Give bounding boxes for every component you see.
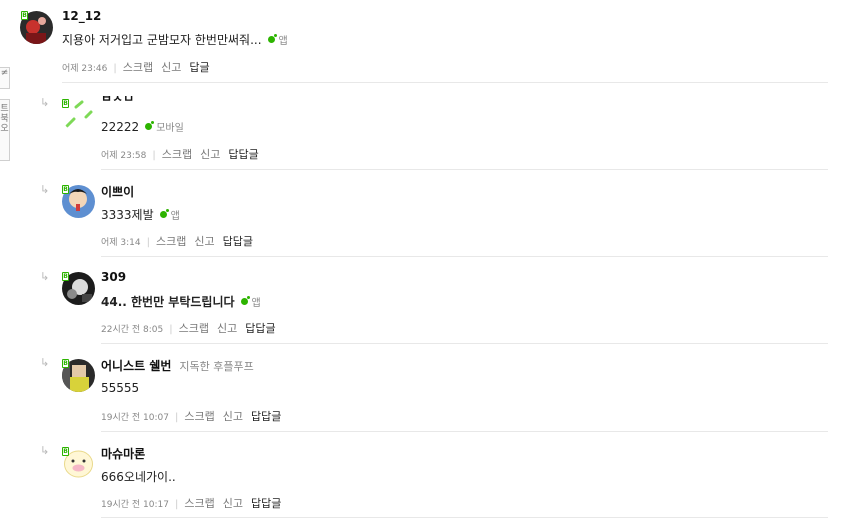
comment-source: 앱 bbox=[170, 211, 180, 222]
comment-source: 앱 bbox=[278, 36, 288, 47]
meta-separator: | bbox=[169, 324, 173, 335]
comment-nickname[interactable]: 12_12 bbox=[62, 9, 101, 23]
comment-nickname[interactable]: ㅂㅈㅁ bbox=[101, 96, 134, 104]
comment-divider bbox=[101, 256, 828, 257]
comment-body: 지용아 저거입고 군밤모자 한번만써줘... bbox=[62, 33, 262, 47]
comment-meta: 어제 3:14 | 스크랩 신고 답답글 bbox=[101, 233, 253, 249]
comment-nickname[interactable]: 어니스트 쉘번 지독한 후플푸프 bbox=[101, 357, 254, 374]
comment-source: 모바일 bbox=[156, 123, 184, 134]
reply-button[interactable]: 답답글 bbox=[245, 322, 275, 335]
level-badge-icon: B bbox=[62, 272, 69, 281]
comment-body: 55555 bbox=[101, 381, 140, 395]
comment-time: 어제 3:14 bbox=[101, 238, 141, 248]
reply-arrow-icon: ↳ bbox=[40, 444, 50, 457]
comment-meta: 22시간 전 8:05 | 스크랩 신고 답답글 bbox=[101, 320, 276, 336]
level-badge-icon: B bbox=[62, 447, 69, 456]
report-button[interactable]: 신고 bbox=[217, 322, 237, 335]
comment-time: 어제 23:58 bbox=[101, 151, 147, 161]
scrap-button[interactable]: 스크랩 bbox=[184, 497, 214, 510]
comment-meta: 19시간 전 10:17 | 스크랩 신고 답답글 bbox=[101, 495, 281, 511]
reply-button[interactable]: 답답글 bbox=[251, 410, 281, 423]
report-button[interactable]: 신고 bbox=[161, 61, 181, 74]
comment-meta: 어제 23:58 | 스크랩 신고 답답글 bbox=[101, 146, 259, 162]
comment-divider bbox=[62, 82, 828, 83]
report-button[interactable]: 신고 bbox=[223, 497, 243, 510]
comment-text: 지용아 저거입고 군밤모자 한번만써줘... 앱 bbox=[62, 31, 288, 48]
comment-text: 22222 모바일 bbox=[101, 119, 184, 134]
report-button[interactable]: 신고 bbox=[194, 235, 214, 248]
scrap-button[interactable]: 스크랩 bbox=[123, 61, 153, 74]
report-button[interactable]: 신고 bbox=[200, 148, 220, 161]
reply-button[interactable]: 답답글 bbox=[223, 235, 253, 248]
comment-nickname[interactable]: 이쁘이 bbox=[101, 183, 134, 200]
level-badge-icon: B bbox=[21, 11, 28, 20]
meta-separator: | bbox=[146, 237, 151, 248]
meta-separator: | bbox=[174, 412, 179, 423]
report-button[interactable]: 신고 bbox=[223, 410, 243, 423]
scrap-button[interactable]: 스크랩 bbox=[156, 235, 186, 248]
comment-divider bbox=[101, 517, 828, 518]
comment-text: 44.. 한번만 부탁드립니다 앱 bbox=[101, 293, 261, 310]
source-dot-icon bbox=[159, 209, 169, 218]
scrap-button[interactable]: 스크랩 bbox=[162, 148, 192, 161]
member-title: 지독한 후플푸프 bbox=[179, 360, 254, 373]
comment-time: 19시간 전 10:07 bbox=[101, 413, 169, 423]
comment-text: 666오네가이.. bbox=[101, 468, 176, 485]
level-badge-icon: B bbox=[62, 359, 69, 368]
comment-text: 55555 bbox=[101, 381, 139, 395]
reply-arrow-icon: ↳ bbox=[40, 270, 50, 283]
reply-button[interactable]: 답글 bbox=[189, 61, 209, 74]
nickname-text[interactable]: 어니스트 쉘번 bbox=[101, 359, 171, 373]
meta-separator: | bbox=[152, 150, 156, 161]
meta-separator: | bbox=[113, 63, 117, 74]
comment-body: 666오네가이.. bbox=[101, 470, 176, 484]
comment-text: 3333제발 앱 bbox=[101, 206, 180, 223]
reply-button[interactable]: 답답글 bbox=[228, 148, 258, 161]
comment-nickname[interactable]: 마슈마론 bbox=[101, 445, 145, 462]
comment-divider bbox=[101, 343, 828, 344]
reply-arrow-icon: ↳ bbox=[40, 356, 50, 369]
comment-body: 22222 bbox=[101, 120, 140, 134]
comment-body: 44.. 한번만 부탁드립니다 bbox=[101, 295, 235, 309]
comment-time: 19시간 전 10:17 bbox=[101, 500, 169, 510]
reply-button[interactable]: 답답글 bbox=[251, 497, 281, 510]
scrap-button[interactable]: 스크랩 bbox=[179, 322, 209, 335]
comment-meta: 19시간 전 10:07 | 스크랩 신고 답답글 bbox=[101, 408, 281, 424]
level-badge-icon: B bbox=[62, 185, 69, 194]
comment-divider bbox=[101, 169, 828, 170]
comment-divider bbox=[101, 431, 828, 432]
comment-nickname[interactable]: 309 bbox=[101, 270, 126, 284]
source-dot-icon bbox=[267, 34, 277, 43]
comment-meta: 어제 23:46 | 스크랩 신고 답글 bbox=[62, 59, 210, 75]
source-dot-icon bbox=[240, 296, 250, 305]
comment-time: 22시간 전 8:05 bbox=[101, 325, 164, 335]
side-tab-top[interactable]: ≠ bbox=[0, 67, 10, 89]
reply-arrow-icon: ↳ bbox=[40, 96, 50, 109]
comment-source: 앱 bbox=[251, 298, 261, 309]
comment-body: 3333제발 bbox=[101, 208, 154, 222]
comment-time: 어제 23:46 bbox=[62, 64, 108, 74]
source-dot-icon bbox=[145, 121, 155, 130]
scrap-button[interactable]: 스크랩 bbox=[184, 410, 214, 423]
reply-arrow-icon: ↳ bbox=[40, 183, 50, 196]
level-badge-icon: B bbox=[62, 99, 69, 108]
meta-separator: | bbox=[174, 499, 179, 510]
side-tab-bottom[interactable]: 트북오 bbox=[0, 99, 10, 161]
